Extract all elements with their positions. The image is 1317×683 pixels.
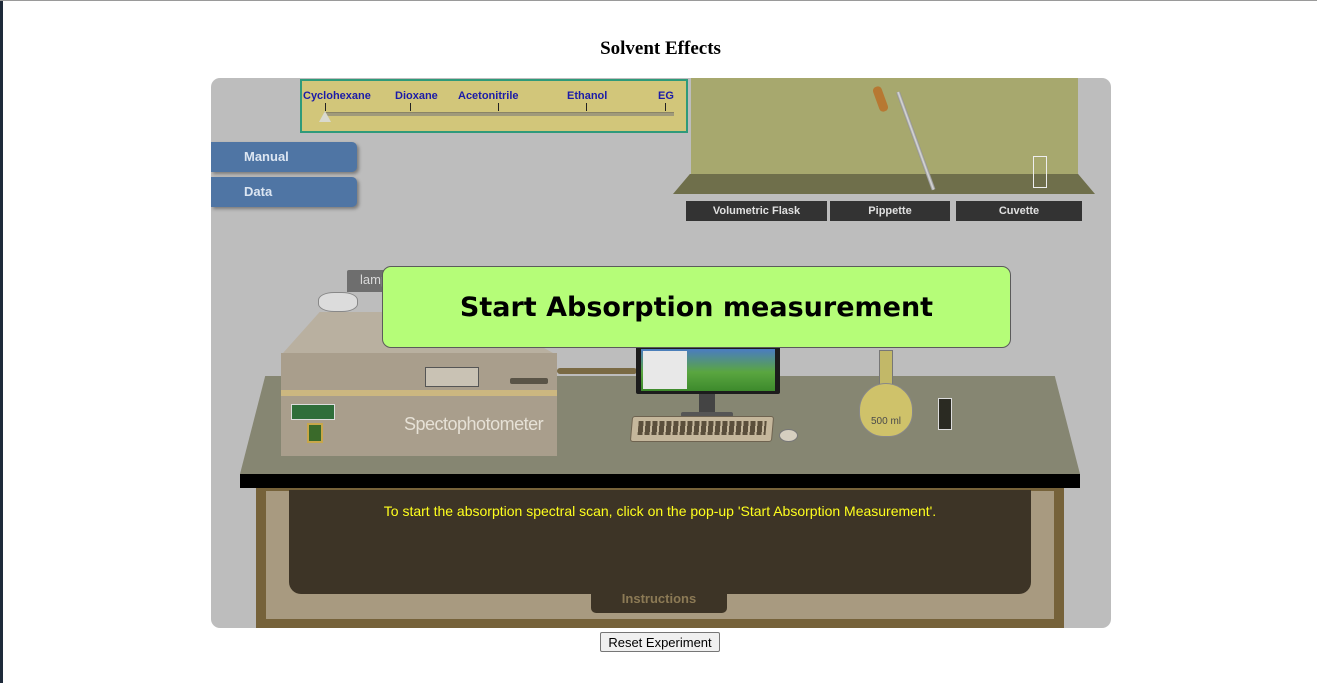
slider-tick	[586, 103, 587, 111]
power-button-icon[interactable]	[307, 423, 323, 443]
instructions-tab[interactable]: Instructions	[591, 589, 727, 613]
page-title: Solvent Effects	[600, 38, 721, 59]
slider-tick	[325, 103, 326, 111]
cable	[557, 368, 637, 374]
shelf-backdrop	[691, 78, 1078, 178]
volumetric-flask-button[interactable]: Volumetric Flask	[686, 201, 827, 221]
slider-thumb[interactable]	[319, 111, 331, 122]
mouse-icon	[779, 429, 798, 442]
solvent-label-eg[interactable]: EG	[658, 90, 674, 102]
monitor-window	[643, 351, 687, 389]
cuvette-on-desk-icon[interactable]	[938, 398, 952, 430]
volumetric-flask-icon[interactable]	[859, 383, 913, 437]
start-absorption-popup[interactable]: Start Absorption measurement	[382, 266, 1011, 348]
slider-tick	[410, 103, 411, 111]
manual-button[interactable]: Manual	[211, 142, 357, 172]
left-edge-bar	[0, 0, 3, 683]
slider-tick	[498, 103, 499, 111]
data-button[interactable]: Data	[211, 177, 357, 207]
solvent-label-ethanol[interactable]: Ethanol	[567, 90, 607, 102]
keyboard-keys	[637, 421, 767, 435]
spectrophotometer-label: Spectophotometer	[404, 414, 544, 434]
desk-edge	[240, 474, 1080, 488]
spectrophotometer-slot	[510, 378, 548, 384]
keyboard-icon	[629, 416, 775, 442]
instructions-text: To start the absorption spectral scan, c…	[383, 503, 937, 519]
spectrophotometer-stripe	[281, 390, 557, 396]
slider-tick	[665, 103, 666, 111]
reset-experiment-button[interactable]: Reset Experiment	[600, 632, 720, 652]
cuvette-icon[interactable]	[1033, 156, 1047, 188]
experiment-stage: Volumetric Flask Pippette Cuvette Cycloh…	[211, 78, 1111, 628]
pipette-button[interactable]: Pippette	[830, 201, 950, 221]
solvent-selector[interactable]: Cyclohexane Dioxane Acetonitrile Ethanol…	[300, 79, 688, 133]
solvent-label-cyclohexane[interactable]: Cyclohexane	[303, 90, 371, 102]
solvent-label-acetonitrile[interactable]: Acetonitrile	[458, 90, 519, 102]
shelf-board	[673, 174, 1095, 194]
solvent-label-dioxane[interactable]: Dioxane	[395, 90, 438, 102]
spectrophotometer-logo	[291, 404, 335, 420]
monitor-stand	[699, 394, 715, 414]
cuvette-button[interactable]: Cuvette	[956, 201, 1082, 221]
instructions-panel: To start the absorption spectral scan, c…	[289, 490, 1031, 594]
top-border	[0, 0, 1317, 1]
monitor-screen	[641, 349, 775, 391]
lamp-fan-icon[interactable]	[318, 292, 358, 312]
spectrophotometer-panel	[425, 367, 479, 387]
monitor-icon	[636, 346, 780, 394]
slider-track[interactable]	[324, 112, 674, 116]
flask-volume-label: 500 ml	[871, 416, 902, 427]
